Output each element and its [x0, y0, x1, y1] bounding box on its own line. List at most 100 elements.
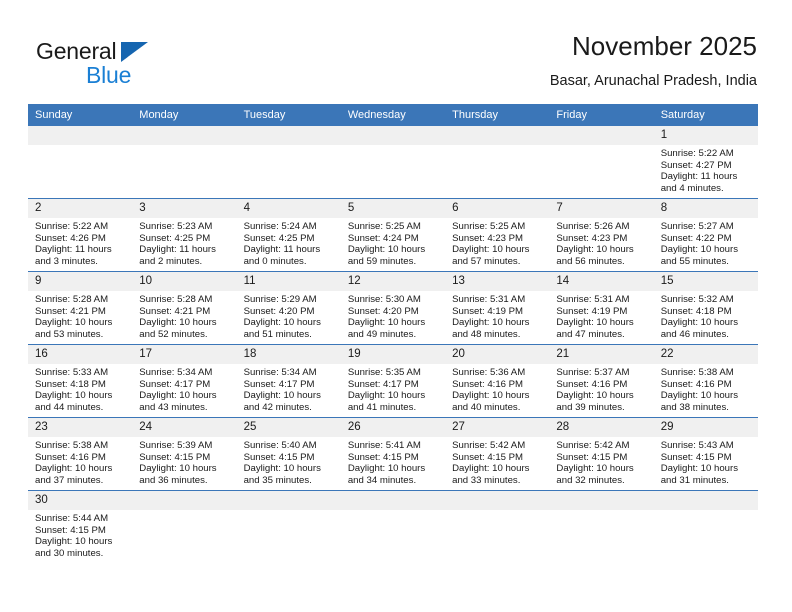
calendar-day-cell[interactable]: 5 Sunrise: 5:25 AM Sunset: 4:24 PM Daylight…: [340, 198, 446, 272]
day-number: 23: [28, 418, 133, 437]
calendar-day-cell[interactable]: 14 Sunrise: 5:31 AM Sunset: 4:19 PM Dayligh…: [549, 271, 654, 345]
calendar-day-cell[interactable]: 3 Sunrise: 5:23 AM Sunset: 4:25 PM Daylight…: [132, 198, 237, 272]
day-number: [549, 126, 654, 145]
calendar-day-cell[interactable]: 17 Sunrise: 5:34 AM Sunset: 4:17 PM Dayligh…: [132, 344, 237, 418]
day-details: Sunrise: 5:37 AM Sunset: 4:16 PM Daylight:…: [549, 364, 653, 413]
day-number: 15: [653, 272, 758, 291]
calendar-cell-empty: [132, 126, 237, 199]
sunrise-text: Sunrise: 5:43 AM: [660, 440, 734, 451]
calendar-day-cell[interactable]: 24 Sunrise: 5:39 AM Sunset: 4:15 PM Dayligh…: [132, 417, 237, 491]
day-number: [236, 126, 341, 145]
sunset-text: Sunset: 4:25 PM: [139, 232, 211, 244]
calendar-day-cell[interactable]: 15 Sunrise: 5:32 AM Sunset: 4:18 PM Dayligh…: [653, 271, 758, 345]
sunrise-text: Sunrise: 5:31 AM: [452, 294, 526, 305]
calendar-day-cell[interactable]: 20 Sunrise: 5:36 AM Sunset: 4:16 PM Dayligh…: [445, 344, 550, 418]
daylight-text: Daylight: 10 hours and 56 minutes.: [556, 244, 634, 267]
calendar-day-cell[interactable]: 9 Sunrise: 5:28 AM Sunset: 4:21 PM Daylight…: [28, 271, 133, 345]
day-number: [653, 491, 758, 510]
brand-logo[interactable]: General Blue: [36, 38, 276, 90]
calendar-day-cell[interactable]: 13 Sunrise: 5:31 AM Sunset: 4:19 PM Dayligh…: [445, 271, 550, 345]
sunset-text: Sunset: 4:15 PM: [243, 451, 315, 463]
calendar-day-cell[interactable]: 23 Sunrise: 5:38 AM Sunset: 4:16 PM Dayligh…: [28, 417, 133, 491]
day-details: Sunrise: 5:33 AM Sunset: 4:18 PM Daylight:…: [28, 364, 132, 413]
calendar-table: Sunday Monday Tuesday Wednesday Thursday…: [28, 104, 758, 563]
calendar-day-cell[interactable]: 7 Sunrise: 5:26 AM Sunset: 4:23 PM Daylight…: [549, 198, 654, 272]
calendar-day-cell[interactable]: 6 Sunrise: 5:25 AM Sunset: 4:23 PM Daylight…: [445, 198, 550, 272]
daylight-text: Daylight: 10 hours and 38 minutes.: [660, 390, 739, 413]
sunrise-text: Sunrise: 5:22 AM: [660, 148, 734, 159]
calendar-day-cell[interactable]: 30 Sunrise: 5:44 AM Sunset: 4:15 PM Dayligh…: [28, 490, 133, 563]
calendar-body: 1 Sunrise: 5:22 AM Sunset: 4:27 PM Daylight…: [28, 126, 758, 563]
calendar-day-cell[interactable]: 27 Sunrise: 5:42 AM Sunset: 4:15 PM Dayligh…: [445, 417, 550, 491]
day-details: Sunrise: 5:42 AM Sunset: 4:15 PM Daylight:…: [549, 437, 653, 486]
day-number: [236, 491, 341, 510]
day-details: Sunrise: 5:27 AM Sunset: 4:22 PM Daylight:…: [654, 218, 758, 267]
title-block: November 2025 Basar, Arunachal Pradesh, …: [550, 30, 757, 91]
day-number: 18: [236, 345, 341, 364]
daylight-text: Daylight: 11 hours and 2 minutes.: [139, 244, 216, 267]
sunset-text: Sunset: 4:20 PM: [243, 305, 315, 317]
day-details: Sunrise: 5:36 AM Sunset: 4:16 PM Daylight:…: [445, 364, 549, 413]
sunrise-text: Sunrise: 5:26 AM: [556, 221, 630, 232]
day-details: Sunrise: 5:38 AM Sunset: 4:16 PM Daylight:…: [654, 364, 758, 413]
calendar-week-row: 16 Sunrise: 5:33 AM Sunset: 4:18 PM Dayligh…: [28, 344, 758, 418]
calendar-day-cell[interactable]: 22 Sunrise: 5:38 AM Sunset: 4:16 PM Dayligh…: [653, 344, 758, 418]
sunrise-text: Sunrise: 5:22 AM: [35, 221, 109, 232]
calendar-cell-empty: [653, 490, 758, 563]
sunrise-text: Sunrise: 5:41 AM: [347, 440, 421, 451]
calendar-day-cell[interactable]: 16 Sunrise: 5:33 AM Sunset: 4:18 PM Dayligh…: [28, 344, 133, 418]
day-details: Sunrise: 5:29 AM Sunset: 4:20 PM Daylight:…: [237, 291, 341, 340]
day-number: 6: [445, 199, 550, 218]
daylight-text: Daylight: 10 hours and 37 minutes.: [35, 463, 113, 486]
calendar-week-row: 30 Sunrise: 5:44 AM Sunset: 4:15 PM Dayligh…: [28, 490, 758, 563]
calendar-day-cell[interactable]: 25 Sunrise: 5:40 AM Sunset: 4:15 PM Dayligh…: [236, 417, 341, 491]
calendar-week-row: 1 Sunrise: 5:22 AM Sunset: 4:27 PM Daylight…: [28, 126, 758, 199]
day-number: [340, 491, 446, 510]
sunset-text: Sunset: 4:23 PM: [556, 232, 628, 244]
day-details: Sunrise: 5:22 AM Sunset: 4:27 PM Daylight:…: [654, 145, 758, 194]
calendar-day-cell[interactable]: 2 Sunrise: 5:22 AM Sunset: 4:26 PM Daylight…: [28, 198, 133, 272]
day-number: 1: [653, 126, 758, 145]
day-number: 28: [549, 418, 654, 437]
day-number: [132, 126, 237, 145]
day-number: 4: [236, 199, 341, 218]
calendar-day-cell[interactable]: 8 Sunrise: 5:27 AM Sunset: 4:22 PM Daylight…: [653, 198, 758, 272]
day-number: 19: [340, 345, 446, 364]
sunset-text: Sunset: 4:20 PM: [347, 305, 419, 317]
day-number: 17: [132, 345, 237, 364]
day-number: 2: [28, 199, 133, 218]
calendar-cell-empty: [549, 490, 654, 563]
sunrise-text: Sunrise: 5:34 AM: [139, 367, 213, 378]
sunset-text: Sunset: 4:24 PM: [347, 232, 419, 244]
calendar-day-cell[interactable]: 19 Sunrise: 5:35 AM Sunset: 4:17 PM Dayligh…: [340, 344, 446, 418]
day-number: 3: [132, 199, 237, 218]
day-number: 29: [653, 418, 758, 437]
day-number: 13: [445, 272, 550, 291]
calendar-cell-empty: [445, 126, 550, 199]
calendar-day-cell[interactable]: 1 Sunrise: 5:22 AM Sunset: 4:27 PM Daylight…: [653, 126, 758, 199]
day-details: Sunrise: 5:24 AM Sunset: 4:25 PM Daylight:…: [237, 218, 341, 267]
day-details: Sunrise: 5:22 AM Sunset: 4:26 PM Daylight:…: [28, 218, 132, 267]
daylight-text: Daylight: 10 hours and 48 minutes.: [452, 317, 530, 340]
sunset-text: Sunset: 4:17 PM: [347, 378, 419, 390]
calendar-day-cell[interactable]: 21 Sunrise: 5:37 AM Sunset: 4:16 PM Dayligh…: [549, 344, 654, 418]
brand-name-blue: Blue: [86, 62, 132, 88]
calendar-day-cell[interactable]: 12 Sunrise: 5:30 AM Sunset: 4:20 PM Dayligh…: [340, 271, 446, 345]
daylight-text: Daylight: 10 hours and 49 minutes.: [347, 317, 426, 340]
daylight-text: Daylight: 10 hours and 34 minutes.: [347, 463, 426, 486]
calendar-day-cell[interactable]: 11 Sunrise: 5:29 AM Sunset: 4:20 PM Dayligh…: [236, 271, 341, 345]
day-number: 10: [132, 272, 237, 291]
day-number: 22: [653, 345, 758, 364]
weekday-header-tuesday: Tuesday: [236, 104, 341, 126]
calendar-day-cell[interactable]: 28 Sunrise: 5:42 AM Sunset: 4:15 PM Dayligh…: [549, 417, 654, 491]
daylight-text: Daylight: 10 hours and 33 minutes.: [452, 463, 530, 486]
calendar-day-cell[interactable]: 29 Sunrise: 5:43 AM Sunset: 4:15 PM Dayligh…: [653, 417, 758, 491]
calendar-day-cell[interactable]: 26 Sunrise: 5:41 AM Sunset: 4:15 PM Dayligh…: [340, 417, 446, 491]
day-number: [549, 491, 654, 510]
day-details: Sunrise: 5:34 AM Sunset: 4:17 PM Daylight:…: [132, 364, 236, 413]
calendar-page: General Blue November 2025 Basar, Arunac…: [0, 0, 792, 612]
calendar-day-cell[interactable]: 18 Sunrise: 5:34 AM Sunset: 4:17 PM Dayligh…: [236, 344, 341, 418]
calendar-day-cell[interactable]: 4 Sunrise: 5:24 AM Sunset: 4:25 PM Daylight…: [236, 198, 341, 272]
location-subtitle: Basar, Arunachal Pradesh, India: [549, 73, 757, 89]
calendar-day-cell[interactable]: 10 Sunrise: 5:28 AM Sunset: 4:21 PM Dayligh…: [132, 271, 237, 345]
